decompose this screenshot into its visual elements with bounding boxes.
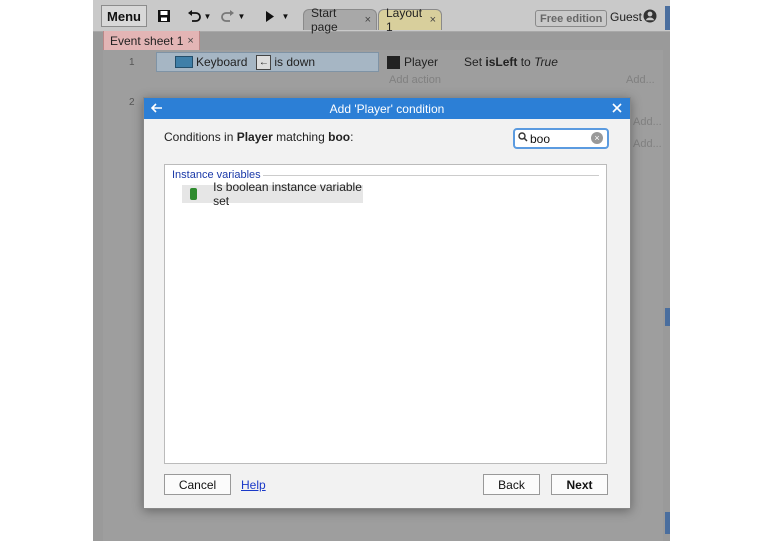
save-icon[interactable] bbox=[155, 5, 173, 27]
add-link[interactable]: Add... bbox=[633, 116, 662, 128]
tab-label: Layout 1 bbox=[386, 6, 423, 34]
player-sprite-icon bbox=[387, 55, 400, 69]
group-divider bbox=[263, 175, 599, 176]
next-button[interactable]: Next bbox=[551, 474, 608, 495]
add-condition-dialog: Add 'Player' condition Conditions in Pla… bbox=[143, 97, 631, 509]
tab-label: Start page bbox=[311, 6, 338, 34]
keyboard-icon bbox=[175, 56, 193, 68]
event-action[interactable]: Player Set isLeft to True bbox=[380, 52, 663, 72]
redo-icon[interactable]: ▼ bbox=[219, 5, 247, 27]
window-edge bbox=[665, 6, 670, 30]
tab-start-page[interactable]: Start page × bbox=[303, 6, 377, 34]
boolean-variable-icon bbox=[190, 188, 198, 200]
main-toolbar: Menu ▼ ▼ ▼ Start page × Layout 1 × Free … bbox=[93, 0, 670, 34]
left-arrow-key-icon: ← bbox=[256, 54, 272, 70]
window-edge bbox=[665, 512, 670, 534]
undo-icon[interactable]: ▼ bbox=[185, 5, 213, 27]
back-button[interactable]: Back bbox=[483, 474, 540, 495]
tab-event-sheet-1[interactable]: Event sheet 1 × bbox=[103, 31, 200, 51]
tab-label: Event sheet 1 bbox=[110, 33, 184, 48]
close-icon[interactable] bbox=[609, 100, 625, 116]
search-input[interactable] bbox=[528, 131, 584, 146]
action-object: Player bbox=[404, 55, 439, 69]
free-edition-badge[interactable]: Free edition bbox=[535, 10, 608, 27]
menu-button[interactable]: Menu bbox=[101, 5, 147, 27]
dialog-heading: Conditions in Player matching boo: bbox=[164, 130, 354, 144]
event-number: 1 bbox=[129, 57, 135, 68]
user-name[interactable]: Guest bbox=[610, 10, 642, 24]
close-icon[interactable]: × bbox=[365, 14, 371, 26]
add-link[interactable]: Add... bbox=[633, 138, 662, 150]
window-edge bbox=[665, 308, 670, 326]
back-arrow-icon[interactable] bbox=[149, 100, 165, 116]
condition-object: Keyboard bbox=[196, 55, 248, 69]
search-field[interactable]: × bbox=[513, 128, 609, 149]
help-link[interactable]: Help bbox=[241, 478, 266, 492]
condition-text: is down bbox=[274, 55, 316, 69]
close-icon[interactable]: × bbox=[430, 14, 436, 26]
action-text: Set isLeft to True bbox=[464, 55, 558, 69]
dialog-title-bar: Add 'Player' condition bbox=[144, 98, 630, 119]
close-icon[interactable]: × bbox=[187, 35, 193, 47]
search-icon bbox=[518, 132, 528, 145]
tab-layout-1[interactable]: Layout 1 × bbox=[378, 6, 442, 34]
event-number: 2 bbox=[129, 97, 135, 108]
user-account-icon[interactable] bbox=[643, 9, 657, 23]
add-link[interactable]: Add... bbox=[626, 74, 655, 86]
play-icon[interactable]: ▼ bbox=[263, 5, 291, 27]
list-item[interactable]: Is boolean instance variable set bbox=[182, 180, 363, 208]
event-condition[interactable]: Keyboard ← is down bbox=[156, 52, 379, 72]
cancel-button[interactable]: Cancel bbox=[164, 474, 231, 495]
list-item-label: Is boolean instance variable set bbox=[213, 180, 362, 208]
add-action-link[interactable]: Add action bbox=[389, 74, 441, 86]
conditions-list[interactable]: Instance variables Is boolean instance v… bbox=[164, 164, 607, 464]
clear-search-icon[interactable]: × bbox=[591, 132, 603, 144]
dialog-title: Add 'Player' condition bbox=[329, 101, 445, 116]
